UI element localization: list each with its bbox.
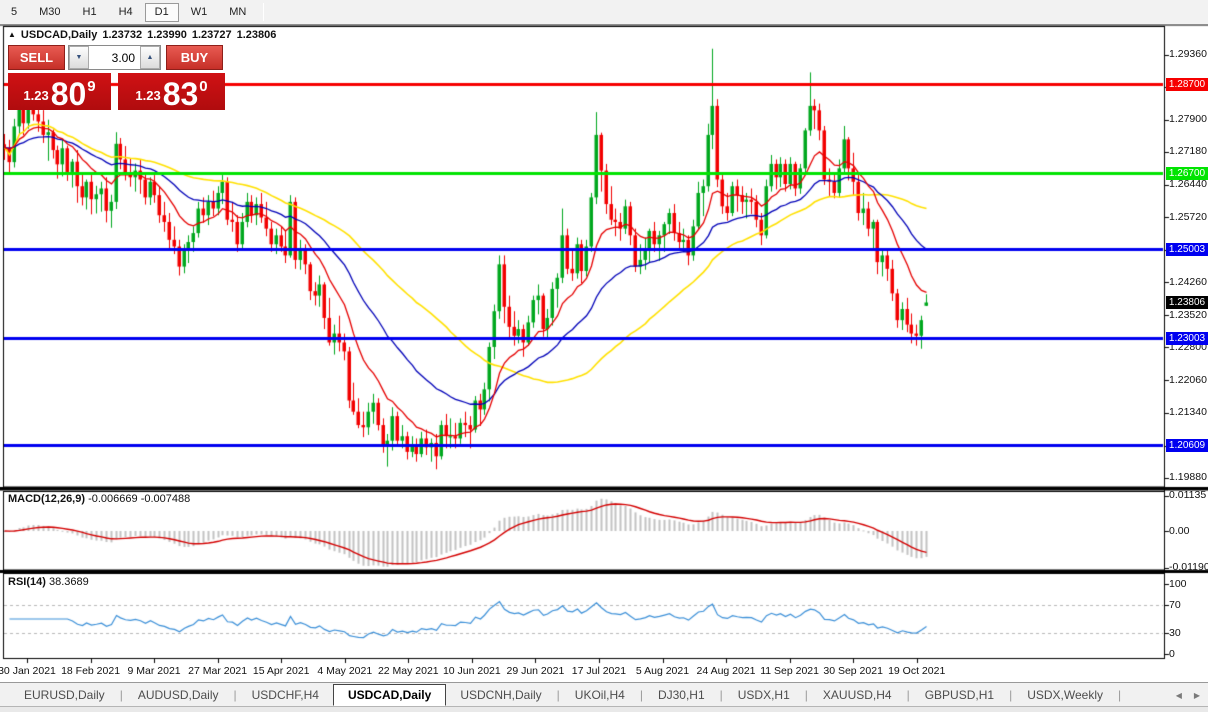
symbol-tab-bar: EURUSD,Daily | AUDUSD,Daily | USDCHF,H4 USDCA…	[0, 682, 1208, 706]
tab-separator: |	[639, 687, 643, 702]
volume-decrease-button[interactable]: ▼	[69, 46, 89, 69]
bid-prefix: 1.23	[23, 88, 49, 103]
bid-pip-digit: 9	[87, 78, 96, 95]
tab-separator: |	[1117, 687, 1122, 702]
ask-prefix: 1.23	[135, 88, 161, 103]
tab-usdx-h1[interactable]: USDX,H1	[724, 685, 804, 705]
timeframe-button-h1[interactable]: H1	[73, 3, 107, 22]
tabs-scroll-left-icon[interactable]: ◀	[1176, 691, 1182, 700]
tab-dj30-h1[interactable]: DJ30,H1	[644, 685, 719, 705]
tab-separator: |	[719, 687, 723, 702]
tab-audusd-daily[interactable]: AUDUSD,Daily	[124, 685, 233, 705]
triangle-up-icon: ▲	[146, 54, 154, 61]
tab-separator: |	[556, 687, 560, 702]
tab-separator: |	[119, 687, 123, 702]
volume-input[interactable]: 3.00	[89, 46, 140, 69]
tabs-scroll-right-icon[interactable]: ▶	[1194, 691, 1200, 700]
tab-separator: |	[233, 687, 237, 702]
status-bar	[0, 706, 1208, 712]
timeframe-button-mn[interactable]: MN	[219, 3, 256, 22]
tab-usdchf-h4[interactable]: USDCHF,H4	[238, 685, 333, 705]
tab-eurusd-daily[interactable]: EURUSD,Daily	[10, 685, 119, 705]
buy-button[interactable]: BUY	[166, 45, 223, 70]
tab-separator: |	[906, 687, 910, 702]
timeframe-button-m30[interactable]: M30	[29, 3, 70, 22]
timeframe-button-5[interactable]: 5	[1, 3, 27, 22]
tab-separator: |	[1009, 687, 1013, 702]
triangle-down-icon: ▼	[75, 54, 83, 61]
timeframe-button-h4[interactable]: H4	[109, 3, 143, 22]
ask-big-figure: 83	[162, 75, 199, 112]
trading-terminal: 5 M30 H1 H4 D1 W1 MN ▲ USDCAD,Daily 1.23732 1.…	[0, 0, 1208, 712]
sell-button[interactable]: SELL	[8, 45, 65, 70]
ask-pip-digit: 0	[199, 78, 208, 95]
ask-price-display[interactable]: 1.23 83 0	[118, 73, 225, 110]
tab-usdcad-daily[interactable]: USDCAD,Daily	[332, 683, 447, 706]
tab-xauusd-h4[interactable]: XAUUSD,H4	[809, 685, 906, 705]
tab-usdcnh-daily[interactable]: USDCNH,Daily	[446, 685, 555, 705]
bid-price-display[interactable]: 1.23 80 9	[8, 73, 111, 110]
tab-separator: |	[804, 687, 808, 702]
volume-stepper: ▼ 3.00 ▲	[68, 45, 161, 70]
tab-gbpusd-h1[interactable]: GBPUSD,H1	[911, 685, 1008, 705]
volume-increase-button[interactable]: ▲	[140, 46, 160, 69]
collapse-panel-icon[interactable]: ▲	[8, 30, 16, 39]
tab-usdx-weekly[interactable]: USDX,Weekly	[1013, 685, 1117, 705]
timeframe-toolbar: 5 M30 H1 H4 D1 W1 MN	[0, 0, 1208, 25]
tab-ukoil-h4[interactable]: UKOil,H4	[561, 685, 639, 705]
bid-big-figure: 80	[50, 75, 87, 112]
timeframe-button-d1[interactable]: D1	[144, 2, 179, 22]
timeframe-button-w1[interactable]: W1	[181, 3, 218, 22]
